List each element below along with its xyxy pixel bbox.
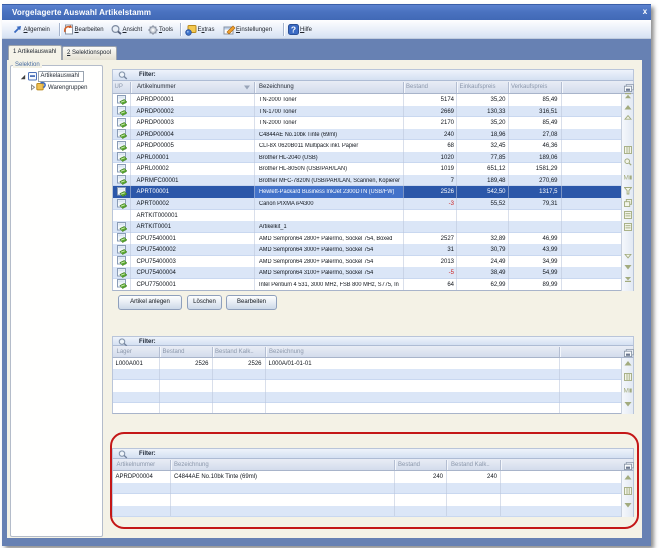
svg-text:M: M bbox=[624, 387, 629, 394]
svg-text:M: M bbox=[624, 174, 629, 181]
svg-text:?: ? bbox=[291, 25, 296, 35]
